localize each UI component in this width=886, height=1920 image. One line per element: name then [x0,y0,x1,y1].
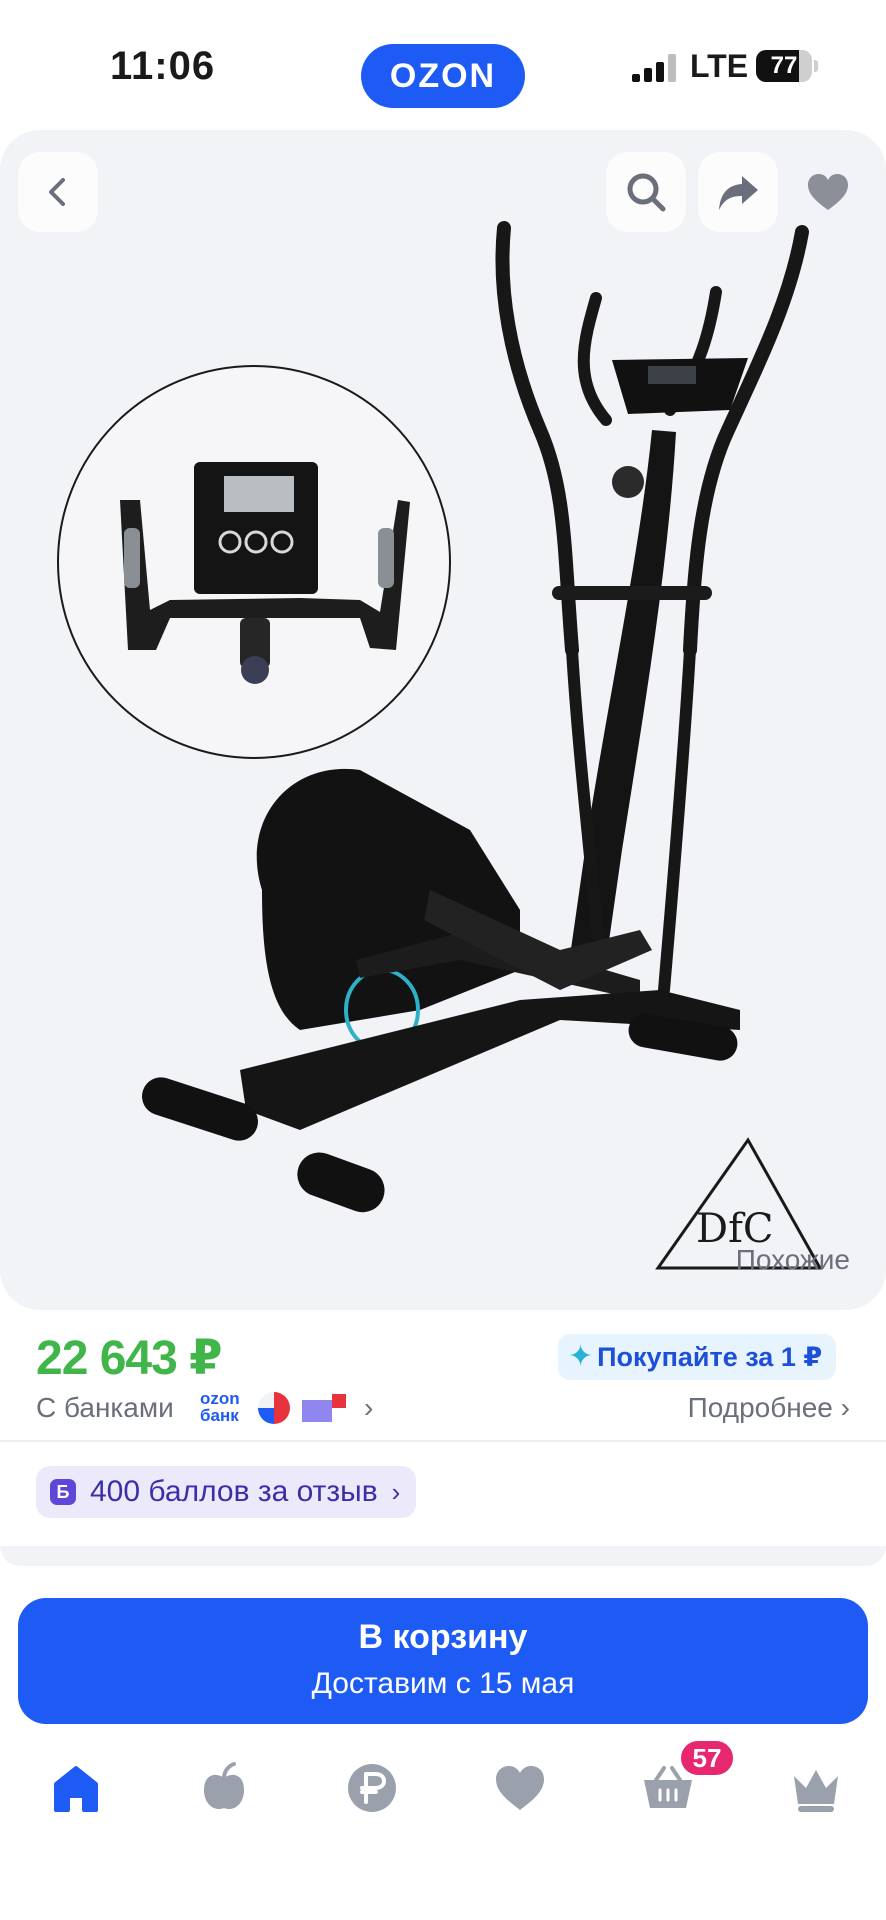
bank-logo-icon [302,1394,346,1422]
battery-icon: 77 [756,50,812,82]
fresh-apple-icon[interactable] [196,1760,252,1816]
product-price: 22 643 ₽ [36,1332,223,1385]
delivery-date-label: Доставим с 15 мая [311,1667,575,1700]
promo-badge[interactable]: ✦ Покупайте за 1 ₽ [558,1334,837,1380]
share-button[interactable] [698,152,778,232]
product-image: DfC [57,221,823,1270]
promo-label: Покупайте за 1 ₽ [597,1342,823,1372]
bottom-tab-bar [0,1740,886,1840]
chevron-right-icon: › [391,1476,401,1507]
signal-icon [632,54,676,82]
share-icon [719,176,758,210]
search-button[interactable] [606,152,686,232]
crown-icon[interactable] [788,1760,844,1816]
status-time: 11:06 [110,44,216,88]
add-to-cart-label: В корзину [358,1618,528,1656]
details-label: Подробнее [687,1392,833,1423]
favorite-button[interactable] [788,152,868,232]
back-button[interactable] [18,152,98,232]
reward-label: 400 баллов за отзыв [90,1475,378,1508]
home-icon[interactable] [48,1760,104,1816]
points-icon: Б [50,1479,76,1505]
cart-count-badge: 57 [678,1738,736,1778]
battery-tip [814,60,818,72]
divider [0,1440,886,1442]
product-gallery[interactable]: DfC Похожие [0,130,886,1310]
details-link[interactable]: Подробнее › [688,1392,850,1424]
chevron-right-icon[interactable]: › [364,1392,373,1424]
battery-level: 77 [770,52,798,79]
network-type: LTE [690,48,749,84]
similar-products-link[interactable]: Похожие [736,1244,850,1276]
add-to-cart-button[interactable]: В корзину Доставим с 15 мая [18,1598,868,1724]
heart-icon [808,174,848,210]
review-reward-badge[interactable]: Б 400 баллов за отзыв › [36,1466,417,1518]
ruble-icon[interactable] [344,1760,400,1816]
banks-label[interactable]: С банками [36,1392,174,1424]
ozon-logo[interactable]: OZON [361,44,525,108]
chevron-left-icon [49,178,65,206]
status-bar: 11:06 OZON LTE 77 [0,0,886,130]
section-separator [0,1546,886,1566]
heart-icon[interactable] [492,1760,548,1816]
search-icon [627,173,666,212]
bank-logo-icon [258,1392,290,1424]
ozon-bank-icon: ozon банк [200,1389,240,1425]
sparkle-icon: ✦ [568,1340,594,1373]
chevron-right-icon: › [840,1392,850,1423]
